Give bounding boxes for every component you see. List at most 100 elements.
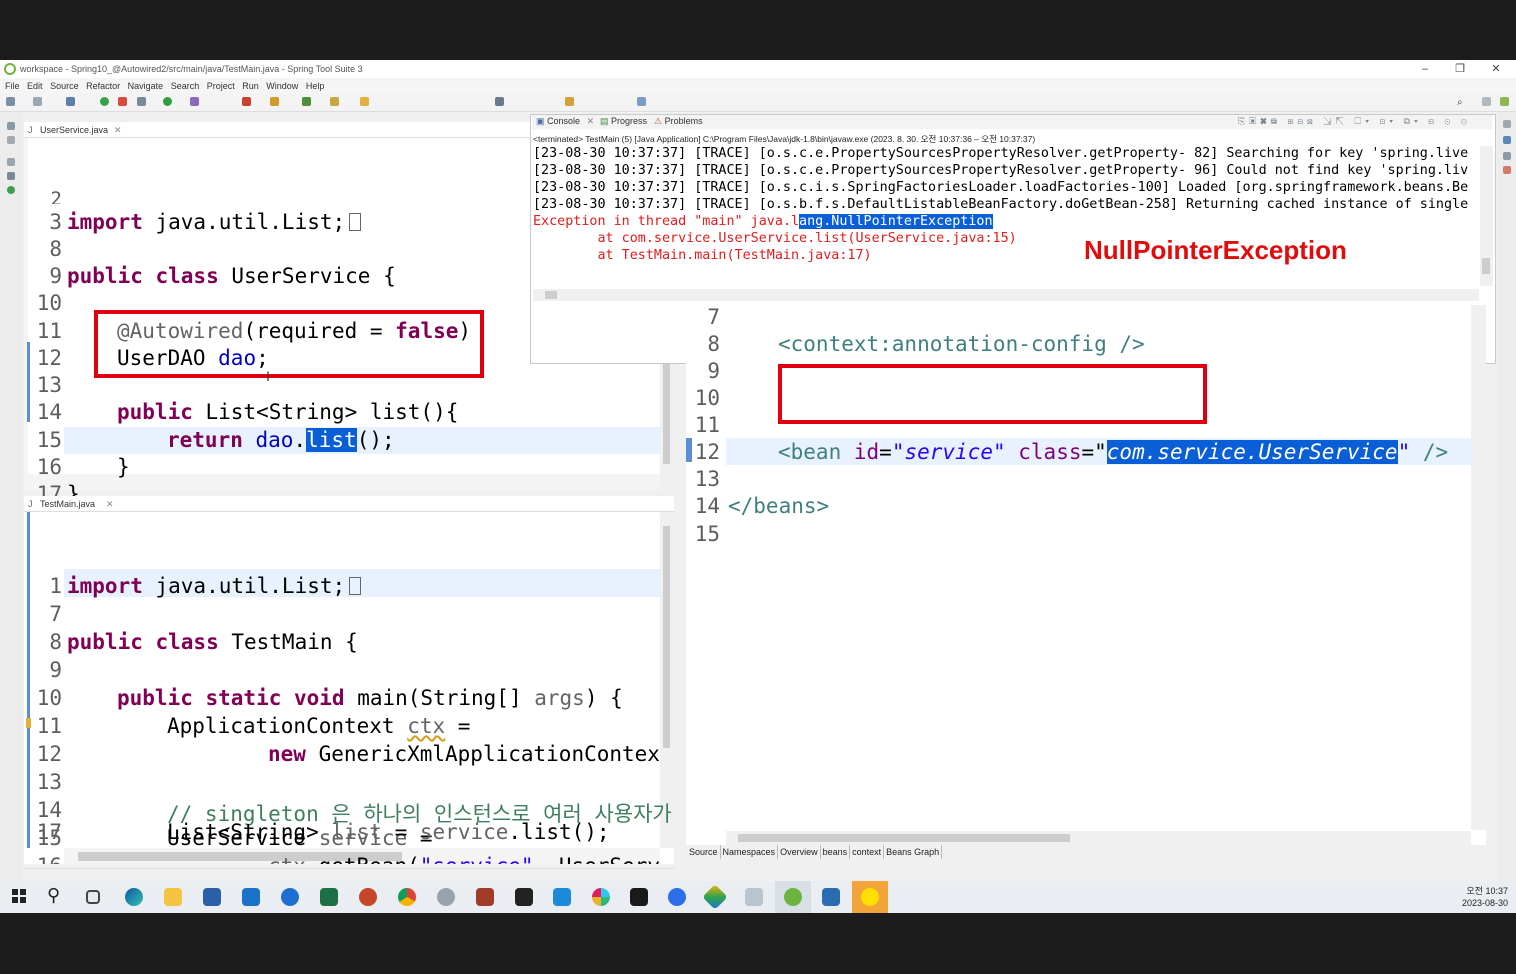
app2-icon[interactable] — [476, 888, 494, 906]
log-line: [23-08-30 10:37:37] [TRACE] [o.s.c.i.s.S… — [533, 180, 1469, 195]
powerpoint-icon[interactable] — [359, 888, 377, 906]
menu-file[interactable]: File — [5, 81, 20, 91]
outline-view-icon[interactable] — [1503, 136, 1511, 144]
xml-editor-tabs: Source Namespaces Overview beans context Bean… — [687, 845, 1487, 861]
xml-vscrollbar[interactable] — [1471, 305, 1486, 830]
tab-beans-graph[interactable]: Beans Graph — [884, 845, 943, 859]
tab-beans[interactable]: beans — [820, 845, 851, 859]
console-header: <terminated> TestMain (5) [Java Applicat… — [533, 134, 1036, 144]
line-number: 10 — [694, 386, 720, 410]
edge-icon[interactable] — [125, 888, 143, 906]
task-list-icon[interactable] — [1503, 120, 1511, 128]
new-icon[interactable] — [6, 97, 15, 106]
console-toolbar-icons[interactable]: ⎘▣✖⛁ ⊞⊟⊠ ⇲⇱ ☐▾ ⊡▾ ⧉▾ ⊟ ⊙ ⊝ — [1238, 116, 1471, 127]
remote-icon[interactable] — [745, 888, 763, 906]
tab-progress[interactable]: ▤ Progress — [600, 116, 647, 127]
menu-navigate[interactable]: Navigate — [128, 81, 164, 91]
spring-view-icon[interactable] — [1503, 152, 1511, 160]
debug-icon[interactable] — [137, 97, 146, 106]
line-number: 13 — [694, 467, 720, 491]
line-number: 14 — [36, 798, 62, 822]
open-type-icon[interactable] — [330, 97, 339, 106]
tab-overview[interactable]: Overview — [778, 845, 821, 859]
java-file-icon: J — [28, 125, 33, 135]
open-perspective-icon[interactable] — [1482, 97, 1491, 106]
code-line-10: public static void main(String[] args) { — [117, 686, 623, 710]
search-icon[interactable]: ⚲ — [47, 885, 60, 906]
quick-access-icon[interactable]: ⌕ — [1457, 97, 1463, 108]
line-number: 12 — [694, 440, 720, 464]
vscode-icon[interactable] — [553, 888, 571, 906]
package-explorer-icon[interactable] — [7, 122, 15, 130]
mail-icon[interactable] — [242, 888, 260, 906]
forward-icon[interactable] — [637, 97, 646, 106]
console-icon[interactable] — [66, 97, 75, 106]
new-package-icon[interactable] — [270, 97, 279, 106]
pin-icon[interactable] — [495, 97, 504, 106]
console-vscrollbar[interactable] — [1480, 146, 1493, 286]
refresh-icon[interactable] — [118, 97, 127, 106]
tool-icon[interactable] — [437, 888, 455, 906]
kakaotalk-icon[interactable] — [861, 888, 879, 906]
slack-icon[interactable] — [592, 888, 610, 906]
tab-problems[interactable]: ⚠ Problems — [654, 116, 703, 127]
menu-edit[interactable]: Edit — [27, 81, 43, 91]
line-number: 8 — [49, 237, 62, 261]
close-button[interactable]: ✕ — [1481, 61, 1511, 77]
tab-namespaces[interactable]: Namespaces — [720, 845, 779, 859]
menu-run[interactable]: Run — [242, 81, 259, 91]
tab-context[interactable]: context — [850, 845, 885, 859]
problems-view-icon[interactable] — [1503, 166, 1511, 174]
outline-icon[interactable] — [7, 136, 15, 144]
tab-close-icon[interactable]: ✕ — [587, 116, 595, 126]
file-explorer-icon[interactable] — [164, 888, 182, 906]
spring-perspective-icon[interactable] — [1500, 97, 1509, 106]
terminal-icon[interactable] — [630, 888, 648, 906]
menu-window[interactable]: Window — [266, 81, 298, 91]
task-view-icon[interactable] — [86, 890, 100, 904]
code-line-3: import java.util.List; — [67, 210, 362, 234]
search-tool-icon[interactable] — [360, 97, 369, 106]
menu-search[interactable]: Search — [171, 81, 200, 91]
chrome-icon[interactable] — [398, 888, 416, 906]
clock-date[interactable]: 2023-08-30 — [1440, 898, 1508, 908]
line-number: 7 — [707, 305, 720, 329]
photos-icon[interactable] — [822, 888, 840, 906]
coverage-icon[interactable] — [190, 97, 199, 106]
excel-icon[interactable] — [320, 888, 338, 906]
tab-console[interactable]: ▣ Console ✕ — [536, 116, 594, 127]
app-icon[interactable] — [281, 888, 299, 906]
external-tools-icon[interactable] — [242, 97, 251, 106]
spring-boot-icon[interactable] — [100, 97, 109, 106]
tab-close-icon[interactable]: ✕ — [106, 499, 114, 510]
clock-time[interactable]: 오전 10:37 — [1440, 884, 1508, 897]
spring-explorer-icon[interactable] — [7, 186, 15, 194]
save-icon[interactable] — [33, 97, 42, 106]
menu-help[interactable]: Help — [306, 81, 325, 91]
xml-hscrollbar[interactable] — [726, 831, 1471, 845]
start-icon[interactable] — [12, 889, 26, 903]
line-number: 14 — [36, 400, 62, 424]
menu-refactor[interactable]: Refactor — [86, 81, 120, 91]
back-icon[interactable] — [565, 97, 574, 106]
console-hscrollbar[interactable] — [533, 289, 1479, 301]
boot-dashboard-icon[interactable] — [7, 172, 15, 180]
maximize-button[interactable]: ❐ — [1445, 61, 1475, 77]
tab-close-icon[interactable]: ✕ — [114, 125, 122, 136]
store-icon[interactable] — [203, 888, 221, 906]
tab-source[interactable]: Source — [687, 845, 721, 859]
zoom-icon[interactable] — [668, 888, 686, 906]
sticky-icon[interactable] — [515, 888, 533, 906]
minimize-button[interactable]: – — [1410, 61, 1440, 77]
tab-userservice[interactable]: J UserService.java ✕ — [24, 122, 530, 138]
tab-testmain[interactable]: J TestMain.java ✕ — [24, 496, 674, 512]
menu-source[interactable]: Source — [50, 81, 79, 91]
run-icon[interactable] — [163, 97, 172, 106]
servers-icon[interactable] — [7, 158, 15, 166]
xml-line-14: </beans> — [728, 494, 830, 518]
new-class-icon[interactable] — [302, 97, 311, 106]
xml-line-8: <context:annotation-config /> — [778, 332, 1145, 356]
spring-icon[interactable] — [784, 888, 802, 906]
stack-trace-line: at TestMain.main(TestMain.java:17) — [533, 248, 872, 263]
menu-project[interactable]: Project — [207, 81, 235, 91]
